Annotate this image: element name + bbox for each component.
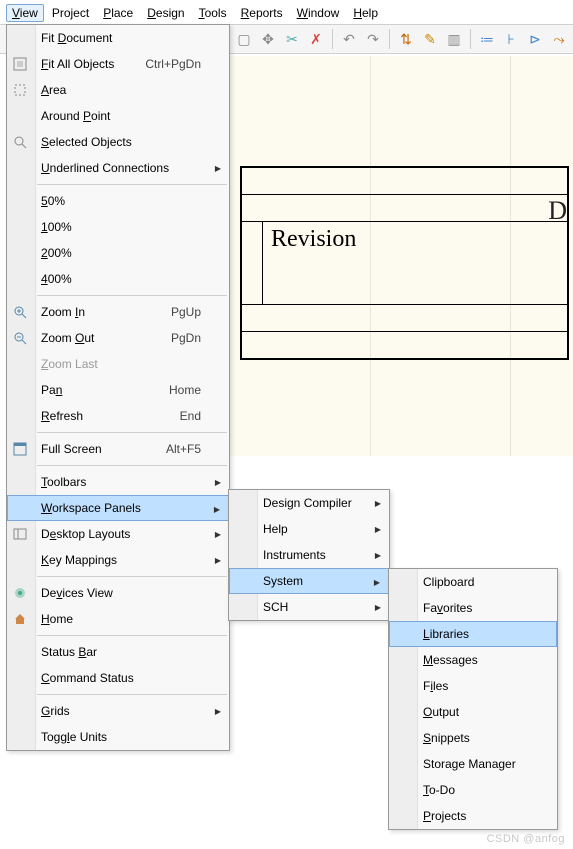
fullscreen-icon [11, 440, 29, 458]
sys-output[interactable]: Output [389, 699, 557, 725]
menu-workspace-panels[interactable]: Workspace Panels [7, 495, 229, 521]
menubar-item-view[interactable]: View [6, 4, 44, 22]
menu-fit-all-objects[interactable]: Fit All ObjectsCtrl+PgDn [7, 51, 229, 77]
zoom-in-icon [11, 303, 29, 321]
sys-files[interactable]: Files [389, 673, 557, 699]
menu-full-screen[interactable]: Full ScreenAlt+F5 [7, 436, 229, 462]
menubar-item-reports[interactable]: Reports [235, 4, 289, 22]
sys-messages[interactable]: Messages [389, 647, 557, 673]
sys-favorites[interactable]: Favorites [389, 595, 557, 621]
cut-icon[interactable]: ✂ [282, 29, 302, 49]
menu-zoom-400[interactable]: 400% [7, 266, 229, 292]
separator [332, 29, 333, 49]
menu-around-point[interactable]: Around Point [7, 103, 229, 129]
menu-zoom-50[interactable]: 50% [7, 188, 229, 214]
layouts-icon [11, 525, 29, 543]
menu-selected-objects[interactable]: Selected Objects [7, 129, 229, 155]
menu-home[interactable]: Home [7, 606, 229, 632]
sys-snippets[interactable]: Snippets [389, 725, 557, 751]
port-icon[interactable]: ⊳ [525, 29, 545, 49]
sys-projects[interactable]: Projects [389, 803, 557, 829]
home-icon [11, 610, 29, 628]
selection-rect-icon[interactable]: ▢ [234, 29, 254, 49]
devices-icon [11, 584, 29, 602]
watermark: CSDN @anfog [487, 833, 565, 845]
menu-pan[interactable]: PanHome [7, 377, 229, 403]
menu-underlined-connections[interactable]: Underlined Connections [7, 155, 229, 181]
submenu-sch[interactable]: SCH [229, 594, 389, 620]
sys-todo[interactable]: To-Do [389, 777, 557, 803]
move-icon[interactable]: ✥ [258, 29, 278, 49]
menubar-item-design[interactable]: Design [141, 4, 190, 22]
submenu-help[interactable]: Help [229, 516, 389, 542]
zone-letter: D [548, 196, 567, 226]
menu-status-bar[interactable]: Status Bar [7, 639, 229, 665]
edit-icon[interactable]: ✎ [420, 29, 440, 49]
harness-icon[interactable]: ⤳ [549, 29, 569, 49]
sys-storage-manager[interactable]: Storage Manager [389, 751, 557, 777]
submenu-system: Clipboard Favorites Libraries Messages F… [388, 568, 558, 830]
menu-toggle-units[interactable]: Toggle Units [7, 724, 229, 750]
menu-zoom-100[interactable]: 100% [7, 214, 229, 240]
updown-icon[interactable]: ⇅ [396, 29, 416, 49]
menu-refresh[interactable]: RefreshEnd [7, 403, 229, 429]
redo-icon[interactable]: ↷ [363, 29, 383, 49]
menu-zoom-in[interactable]: Zoom InPgUp [7, 299, 229, 325]
zoom-sel-icon [11, 133, 29, 151]
sys-clipboard[interactable]: Clipboard [389, 569, 557, 595]
menu-key-mappings[interactable]: Key Mappings [7, 547, 229, 573]
title-block: Revision [240, 166, 569, 360]
menubar-item-help[interactable]: Help [347, 4, 384, 22]
menu-devices-view[interactable]: Devices View [7, 580, 229, 606]
menu-desktop-layouts[interactable]: Desktop Layouts [7, 521, 229, 547]
menu-command-status[interactable]: Command Status [7, 665, 229, 691]
menubar-item-window[interactable]: Window [291, 4, 346, 22]
revision-label: Revision [263, 222, 364, 304]
separator [389, 29, 390, 49]
menu-fit-document[interactable]: Fit Document [7, 25, 229, 51]
menu-zoom-out[interactable]: Zoom OutPgDn [7, 325, 229, 351]
menu-zoom-200[interactable]: 200% [7, 240, 229, 266]
menu-area[interactable]: Area [7, 77, 229, 103]
sheet-icon[interactable]: ▥ [444, 29, 464, 49]
undo-icon[interactable]: ↶ [339, 29, 359, 49]
submenu-system[interactable]: System [229, 568, 389, 594]
menu-toolbars[interactable]: Toolbars [7, 469, 229, 495]
menu-grids[interactable]: Grids [7, 698, 229, 724]
break-icon[interactable]: ✗ [306, 29, 326, 49]
area-icon [11, 81, 29, 99]
bus-icon[interactable]: ⊦ [501, 29, 521, 49]
submenu-instruments[interactable]: Instruments [229, 542, 389, 568]
net-icon[interactable]: ≔ [477, 29, 497, 49]
zoom-out-icon [11, 329, 29, 347]
menu-zoom-last: Zoom Last [7, 351, 229, 377]
separator [470, 29, 471, 49]
menubar-item-project[interactable]: Project [46, 4, 95, 22]
submenu-design-compiler[interactable]: Design Compiler [229, 490, 389, 516]
menubar: View Project Place Design Tools Reports … [0, 0, 573, 25]
menubar-item-place[interactable]: Place [97, 4, 139, 22]
sys-libraries[interactable]: Libraries [389, 621, 557, 647]
menubar-item-tools[interactable]: Tools [193, 4, 233, 22]
menu-view: Fit Document Fit All ObjectsCtrl+PgDn Ar… [6, 24, 230, 751]
submenu-workspace-panels: Design Compiler Help Instruments System … [228, 489, 390, 621]
fit-all-icon [11, 55, 29, 73]
